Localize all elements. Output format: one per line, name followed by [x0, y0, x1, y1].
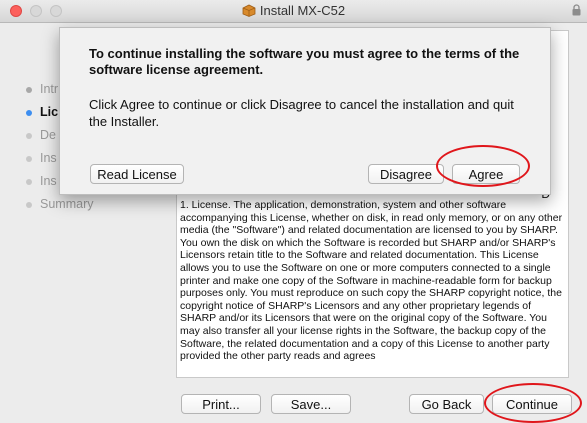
agree-highlight-ring: [436, 145, 530, 187]
step-label: Ins: [40, 174, 57, 188]
continue-highlight-ring: [484, 383, 582, 423]
read-license-button[interactable]: Read License: [90, 164, 184, 184]
package-icon: [242, 4, 256, 20]
step-dot-icon: [26, 179, 32, 185]
step-label: Intr: [40, 82, 59, 96]
step-dot-icon: [26, 133, 32, 139]
step-dot-icon: [26, 110, 32, 116]
print-button[interactable]: Print...: [181, 394, 261, 414]
sheet-message: Click Agree to continue or click Disagre…: [89, 97, 514, 129]
step-label: Ins: [40, 151, 57, 165]
step-dot-icon: [26, 87, 32, 93]
step-label: Summary: [40, 197, 94, 211]
title-bar: Install MX-C52: [0, 0, 587, 23]
window-title: Install MX-C52: [259, 3, 346, 18]
go-back-button[interactable]: Go Back: [409, 394, 484, 414]
save-button[interactable]: Save...: [271, 394, 351, 414]
step-dot-icon: [26, 202, 32, 208]
lock-icon: [572, 4, 581, 19]
disagree-button[interactable]: Disagree: [368, 164, 444, 184]
step-dot-icon: [26, 156, 32, 162]
window-title-area: Install MX-C52: [0, 3, 587, 20]
license-text: 1. License. The application, demonstrati…: [180, 199, 563, 363]
step-label: De: [40, 128, 56, 142]
sheet-heading: To continue installing the software you …: [89, 46, 520, 77]
step-summary: Summary: [26, 193, 166, 216]
step-label: Lic: [40, 105, 59, 119]
installer-window: Install MX-C52 Intr Lic De Ins Ins Summa…: [0, 0, 587, 423]
